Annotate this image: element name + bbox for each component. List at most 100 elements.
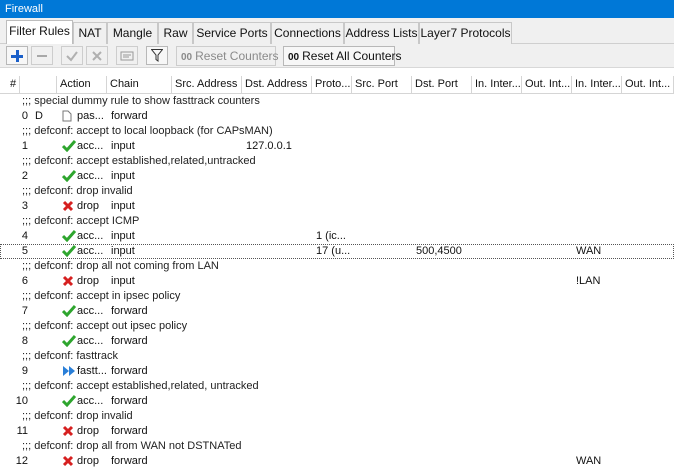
rule-flag: [33, 334, 53, 349]
rule-comment: ;;; defconf: accept to local loopback (f…: [22, 125, 273, 137]
column-header-number[interactable]: #: [0, 76, 20, 94]
comment-row[interactable]: ;;; special dummy rule to show fasttrack…: [0, 94, 674, 109]
comment-row[interactable]: ;;; defconf: accept established,related,…: [0, 379, 674, 394]
rule-comment: ;;; defconf: accept established,related,…: [22, 155, 256, 167]
rule-dst-port: [414, 109, 472, 124]
comment-row[interactable]: ;;; defconf: fasttrack: [0, 349, 674, 364]
rule-dst-port: [414, 334, 472, 349]
tab-filter-rules[interactable]: Filter Rules: [6, 20, 73, 45]
table-row[interactable]: 8 acc... forward: [0, 334, 674, 349]
comment-row[interactable]: ;;; defconf: accept out ipsec policy: [0, 319, 674, 334]
rule-action: acc...: [77, 230, 104, 242]
rule-dst-address: [244, 199, 310, 214]
rule-flag: [33, 169, 53, 184]
tab-connections[interactable]: Connections: [271, 22, 344, 44]
fasttrack-icon: [60, 365, 76, 378]
rule-dst-address: [244, 169, 310, 184]
rule-in-interface-list: [574, 334, 622, 349]
rule-dst-port: [414, 199, 472, 214]
rule-chain: input: [111, 275, 135, 287]
reset-counters-button[interactable]: 00 Reset Counters: [176, 46, 279, 66]
filter-button[interactable]: [146, 46, 168, 65]
rule-comment: ;;; defconf: drop invalid: [22, 185, 133, 197]
comment-row[interactable]: ;;; defconf: drop all from WAN not DSTNA…: [0, 439, 674, 454]
column-header-in-interface-list[interactable]: In. Inter...: [572, 76, 622, 94]
rule-flag: D: [35, 110, 43, 122]
rule-dst-address: [244, 364, 310, 379]
rule-protocol: 1 (ic...: [316, 230, 346, 242]
rule-chain: forward: [111, 335, 148, 347]
tab-service-ports[interactable]: Service Ports: [193, 22, 271, 44]
rule-chain: forward: [111, 455, 148, 467]
add-button[interactable]: [6, 46, 28, 65]
rule-number: 3: [21, 200, 28, 212]
accept-icon: [60, 170, 76, 183]
table-row[interactable]: 11 drop forward: [0, 424, 674, 439]
rule-protocol: [314, 364, 352, 379]
rule-number: 0: [21, 110, 28, 122]
table-row[interactable]: 6 drop input !LAN: [0, 274, 674, 289]
column-header-in-interface[interactable]: In. Inter...: [472, 76, 522, 94]
counter-badge: 00: [181, 52, 193, 63]
table-row[interactable]: 4 acc... input 1 (ic...: [0, 229, 674, 244]
comment-row[interactable]: ;;; defconf: drop invalid: [0, 184, 674, 199]
column-header-protocol[interactable]: Proto...: [312, 76, 352, 94]
table-row[interactable]: 0 Dpas... forward: [0, 109, 674, 124]
rule-dst-address: 127.0.0.1: [246, 140, 292, 152]
column-header-dst-port[interactable]: Dst. Port: [412, 76, 472, 94]
table-row[interactable]: 10 acc... forward: [0, 394, 674, 409]
drop-icon: [60, 455, 74, 468]
rule-dst-port: [414, 274, 472, 289]
reset-all-counters-button[interactable]: 00 Reset All Counters: [283, 46, 402, 66]
rule-chain: input: [111, 140, 135, 152]
column-header-src-port[interactable]: Src. Port: [352, 76, 412, 94]
accept-icon: [60, 395, 76, 408]
rule-chain: forward: [111, 425, 148, 437]
rule-chain: forward: [111, 395, 148, 407]
tab-nat[interactable]: NAT: [73, 22, 107, 44]
tab-mangle[interactable]: Mangle: [107, 22, 158, 44]
comment-row[interactable]: ;;; defconf: drop all not coming from LA…: [0, 259, 674, 274]
rule-number: 12: [15, 455, 28, 467]
column-header-chain[interactable]: Chain: [107, 76, 172, 94]
column-header-dst-address[interactable]: Dst. Address: [242, 76, 312, 94]
comment-row[interactable]: ;;; defconf: accept ICMP: [0, 214, 674, 229]
disable-button[interactable]: [86, 46, 108, 65]
column-header-flag[interactable]: [20, 76, 57, 94]
table-row[interactable]: 1 acc... input 127.0.0.1: [0, 139, 674, 154]
rule-protocol: [314, 454, 352, 469]
rule-comment: ;;; defconf: drop all not coming from LA…: [22, 260, 219, 272]
table-row[interactable]: 3 drop input: [0, 199, 674, 214]
rule-number: 5: [21, 245, 28, 257]
comment-row[interactable]: ;;; defconf: drop invalid: [0, 409, 674, 424]
rule-flag: [33, 304, 53, 319]
rule-flag: [33, 424, 53, 439]
remove-button[interactable]: [31, 46, 53, 65]
comment-row[interactable]: ;;; defconf: accept established,related,…: [0, 154, 674, 169]
rule-protocol: [314, 424, 352, 439]
tab-raw[interactable]: Raw: [158, 22, 193, 44]
table-row[interactable]: 5 acc... input 17 (u... 500,4500 WAN: [0, 244, 674, 259]
rule-number: 7: [21, 305, 28, 317]
column-header-src-address[interactable]: Src. Address: [172, 76, 242, 94]
table-row[interactable]: 9 fastt... forward: [0, 364, 674, 379]
rule-action: acc...: [77, 140, 104, 152]
table-row[interactable]: 12 drop forward WAN: [0, 454, 674, 469]
comment-button[interactable]: [116, 46, 138, 65]
tab-address-lists[interactable]: Address Lists: [344, 22, 419, 44]
tab-layer7-protocols[interactable]: Layer7 Protocols: [419, 22, 512, 44]
table-header: # Action Chain Src. Address Dst. Address…: [0, 76, 674, 94]
column-header-out-interface-list[interactable]: Out. Int...: [622, 76, 674, 94]
rule-in-interface-list: [574, 169, 622, 184]
table-row[interactable]: 2 acc... input: [0, 169, 674, 184]
column-header-out-interface[interactable]: Out. Int...: [522, 76, 572, 94]
rule-flag: [33, 274, 53, 289]
accept-icon: [60, 230, 76, 243]
rule-number: 4: [21, 230, 28, 242]
table-row[interactable]: 7 acc... forward: [0, 304, 674, 319]
comment-row[interactable]: ;;; defconf: accept in ipsec policy: [0, 289, 674, 304]
enable-button[interactable]: [61, 46, 83, 65]
rule-flag: [33, 199, 53, 214]
column-header-action[interactable]: Action: [57, 76, 107, 94]
comment-row[interactable]: ;;; defconf: accept to local loopback (f…: [0, 124, 674, 139]
